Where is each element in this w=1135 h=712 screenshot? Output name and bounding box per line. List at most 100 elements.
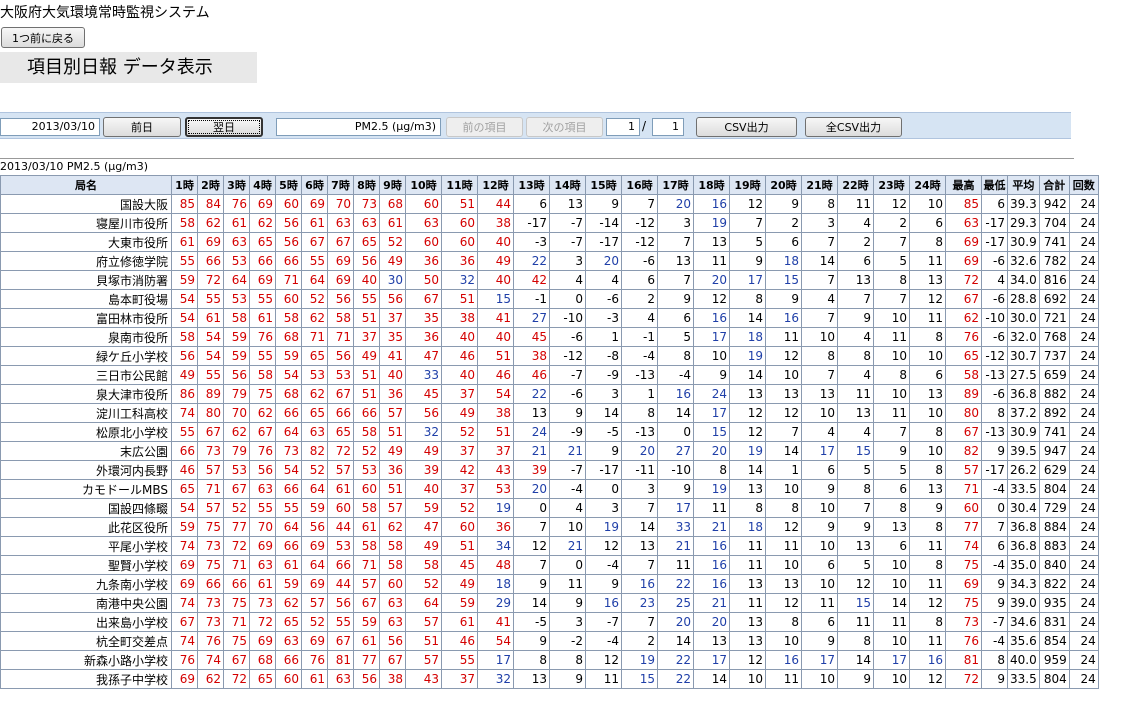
data-cell: 22 [513,384,550,404]
data-cell: 8 [621,403,658,423]
data-cell: -13 [621,422,658,442]
data-cell: 54 [477,631,514,651]
data-cell: 67 [379,650,406,670]
station-name-cell: 島本町役場 [0,289,172,309]
prev-day-button[interactable]: 前日 [103,117,181,137]
data-cell: 40 [353,270,380,290]
data-cell: 45 [513,327,550,347]
data-cell: 66 [275,536,302,556]
data-cell: 69 [327,270,354,290]
data-cell: -4 [981,555,1008,575]
data-cell: 56 [379,631,406,651]
data-cell: 14 [657,403,694,423]
data-cell: 76 [249,327,276,347]
data-cell: 65 [353,232,380,252]
data-cell: 11 [585,669,622,689]
data-cell: 3 [585,498,622,518]
data-cell: 10 [801,669,838,689]
data-cell: 15 [693,422,730,442]
next-day-button[interactable]: 翌日 [185,117,263,137]
data-cell: 10 [909,441,946,461]
data-cell: 20 [621,441,658,461]
data-cell: 13 [909,479,946,499]
data-cell: 7 [657,232,694,252]
data-cell: 39 [405,460,442,480]
data-cell: 79 [223,384,250,404]
data-cell: 41 [477,308,514,328]
csv-export-button[interactable]: CSV出力 [696,117,797,137]
data-cell: 58 [405,555,442,575]
data-cell: 37 [441,441,478,461]
data-cell: 61 [379,213,406,233]
data-cell: 56 [353,251,380,271]
data-cell: 14 [693,669,730,689]
data-cell: 13 [693,232,730,252]
data-cell: 56 [405,403,442,423]
data-cell: 2 [621,631,658,651]
data-cell: 7 [801,270,838,290]
data-cell: 70 [249,517,276,537]
data-cell: 81 [327,650,354,670]
data-cell: 8 [873,365,910,385]
data-cell: 55 [197,289,224,309]
data-cell: 51 [353,308,380,328]
data-cell: 4 [549,498,586,518]
station-name-cell: 外環河内長野 [0,460,172,480]
data-cell: -17 [981,213,1008,233]
data-cell: 21 [657,536,694,556]
data-cell: 60 [405,194,442,214]
data-cell: 37 [477,441,514,461]
data-cell: -12 [981,346,1008,366]
data-cell: 13 [801,384,838,404]
data-cell: 77 [353,650,380,670]
data-cell: 49 [405,536,442,556]
data-cell: 11 [837,194,874,214]
date-field[interactable]: 2013/03/10 [0,118,100,136]
prev-item-button[interactable]: 前の項目 [446,117,523,137]
data-cell: 81 [945,650,982,670]
back-button[interactable]: 1つ前に戻る [1,27,85,48]
data-cell: 60 [405,232,442,252]
data-cell: 8 [657,346,694,366]
data-cell: 24 [1068,213,1099,233]
data-cell: -10 [981,308,1008,328]
data-cell: 45 [441,555,478,575]
column-header: 2時 [197,175,224,195]
next-item-button[interactable]: 次の項目 [526,117,603,137]
data-cell: 56 [379,289,406,309]
data-cell: 831 [1038,612,1070,632]
data-cell: 67 [945,422,982,442]
data-cell: 36.8 [1007,517,1040,537]
all-csv-export-button[interactable]: 全CSV出力 [805,117,902,137]
data-cell: 51 [477,422,514,442]
data-cell: 782 [1038,251,1070,271]
data-cell: 86 [171,384,198,404]
data-cell: 11 [693,251,730,271]
data-cell: 53 [223,460,250,480]
data-cell: 0 [657,422,694,442]
data-cell: 16 [693,536,730,556]
table-row: 聖賢小学校 69 75 71 63 61 64 66 71 58 58 45 48 7 0 -4 7 11 16 11… [0,555,1099,575]
column-header: 14時 [549,175,586,195]
data-cell: 12 [909,593,946,613]
data-cell: 4 [837,213,874,233]
data-cell: 38 [379,669,406,689]
data-cell: 37 [353,327,380,347]
page-current-field[interactable]: 1 [606,118,640,136]
data-cell: 37 [441,669,478,689]
data-cell: 73 [275,441,302,461]
data-cell: 61 [441,612,478,632]
data-cell: 35 [379,327,406,347]
data-cell: 54 [171,308,198,328]
system-title: 大阪府大気環境常時監視システム [0,5,210,21]
item-field[interactable]: PM2.5 (μg/m3) [276,118,441,136]
data-cell: 24 [1068,346,1099,366]
data-cell: 35 [405,308,442,328]
column-header: 19時 [729,175,766,195]
data-cell: 74 [171,403,198,423]
station-name-cell: 大東市役所 [0,232,172,252]
data-cell: 11 [801,593,838,613]
data-cell: 36 [379,460,406,480]
data-cell: 21 [549,441,586,461]
station-name-cell: 聖賢小学校 [0,555,172,575]
